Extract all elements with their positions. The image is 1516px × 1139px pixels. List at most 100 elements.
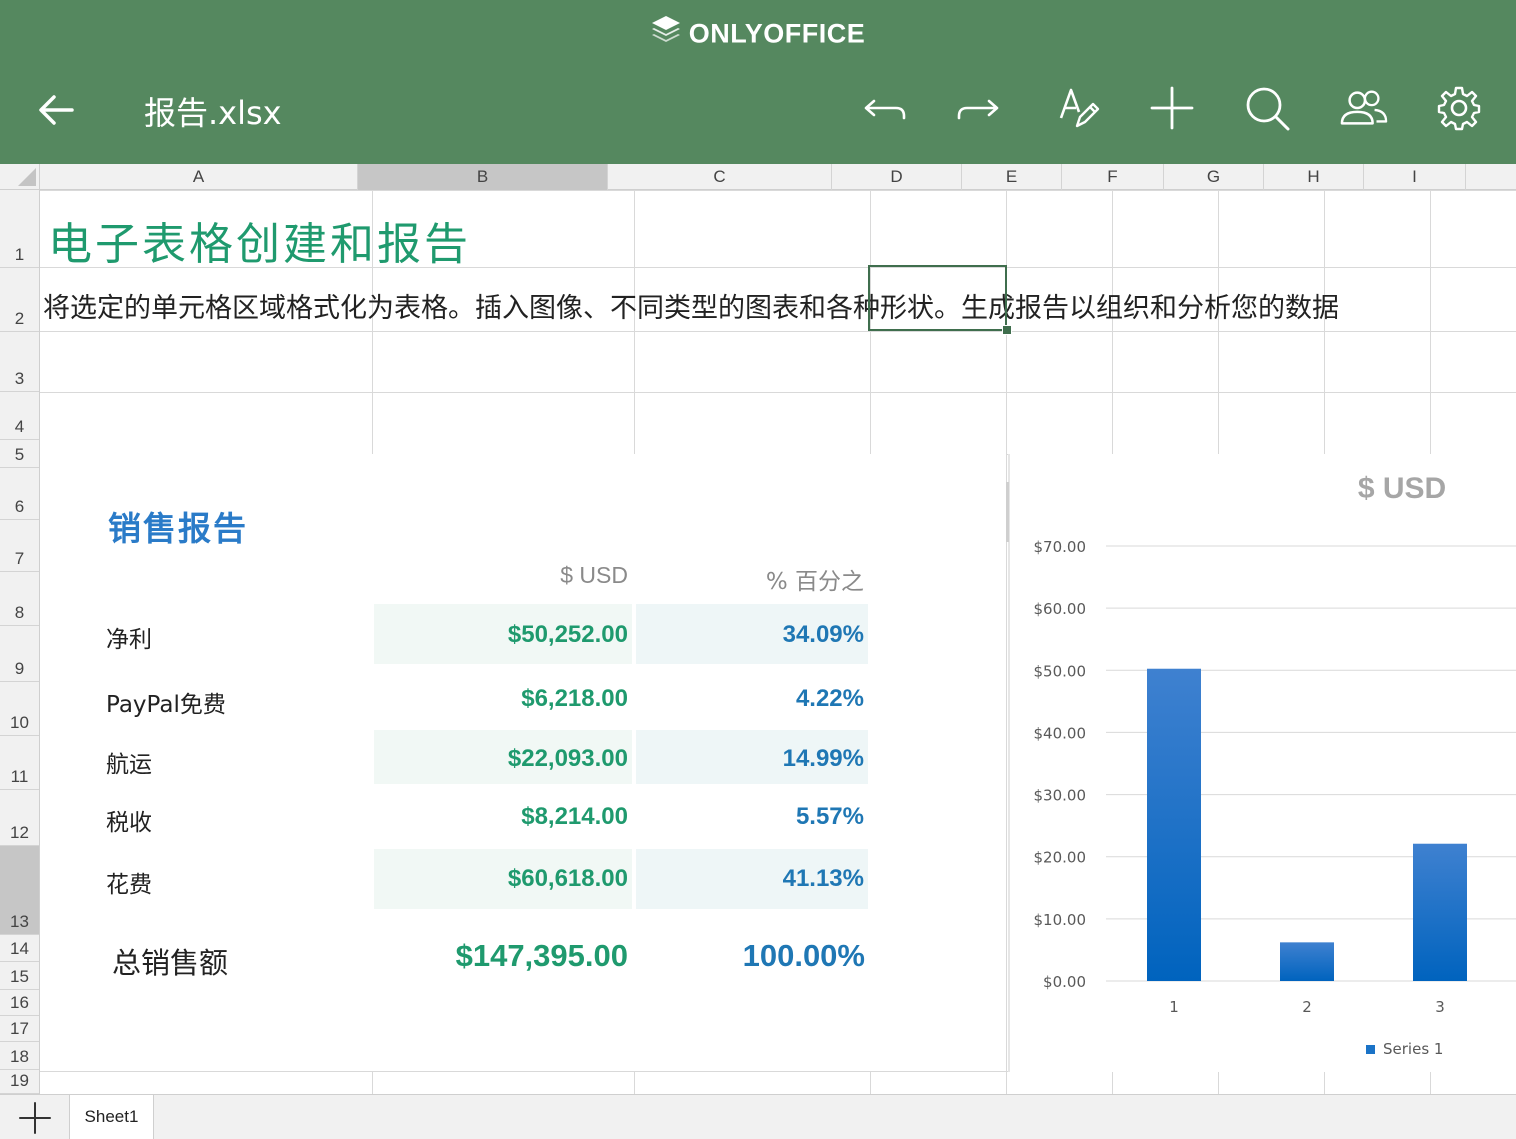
column-header-g[interactable]: G — [1164, 164, 1264, 190]
report-item-usd[interactable]: $22,093.00 — [400, 745, 628, 773]
report-item-label[interactable]: 航运 — [106, 745, 152, 779]
collaborators-icon — [1340, 90, 1388, 125]
back-button[interactable] — [32, 86, 80, 134]
gear-icon — [1437, 86, 1481, 131]
redo-button[interactable] — [955, 84, 1003, 132]
column-header-i[interactable]: I — [1364, 164, 1466, 190]
text-format-icon — [1059, 88, 1100, 128]
redo-icon — [957, 99, 999, 120]
column-header-c[interactable]: C — [608, 164, 832, 190]
report-title[interactable]: 销售报告 — [108, 502, 248, 550]
report-item-label[interactable]: 花费 — [106, 865, 152, 899]
total-usd[interactable]: $147,395.00 — [380, 938, 628, 974]
row-header-3[interactable]: 3 — [0, 332, 39, 392]
chart-bar — [1280, 942, 1334, 981]
legend-label: Series 1 — [1383, 1040, 1443, 1058]
row-header-10[interactable]: 10 — [0, 682, 39, 736]
row-header-18[interactable]: 18 — [0, 1042, 39, 1070]
worksheet-grid[interactable]: 电子表格创建和报告 将选定的单元格区域格式化为表格。插入图像、不同类型的图表和各… — [40, 190, 1516, 1094]
selected-cell[interactable] — [868, 265, 1007, 331]
y-tick-label: $0.00 — [1043, 973, 1086, 991]
report-item-percent[interactable]: 14.99% — [660, 745, 864, 773]
chart-bar — [1413, 843, 1467, 981]
grid-line — [40, 190, 1516, 191]
brand: ONLYOFFICE — [0, 15, 1516, 53]
report-item-usd[interactable]: $50,252.00 — [400, 621, 628, 649]
chart-resize-handle[interactable] — [1006, 482, 1009, 542]
row-header-11[interactable]: 11 — [0, 736, 39, 790]
search-icon — [1246, 87, 1290, 131]
x-tick-label: 3 — [1435, 998, 1445, 1016]
column-header-usd[interactable]: $ USD — [440, 562, 628, 589]
column-headers: ABCDEFGHI — [40, 164, 1516, 190]
collaborators-button[interactable] — [1340, 84, 1388, 132]
report-item-label[interactable]: PayPal免费 — [106, 685, 226, 719]
column-header-d[interactable]: D — [832, 164, 962, 190]
column-header-percent[interactable]: % 百分之 — [680, 562, 864, 596]
row-header-6[interactable]: 6 — [0, 468, 39, 520]
undo-button[interactable] — [860, 84, 908, 132]
row-header-5[interactable]: 5 — [0, 440, 39, 468]
report-item-percent[interactable]: 4.22% — [660, 685, 864, 713]
report-item-percent[interactable]: 5.57% — [660, 803, 864, 831]
row-header-4[interactable]: 4 — [0, 392, 39, 440]
onlyoffice-logo-icon — [651, 15, 681, 50]
sheet-title[interactable]: 电子表格创建和报告 — [48, 208, 471, 272]
app-header: ONLYOFFICE 报告.xlsx — [0, 0, 1516, 164]
y-tick-label: $20.00 — [1034, 849, 1087, 867]
add-icon — [18, 1101, 51, 1134]
column-header-a[interactable]: A — [40, 164, 358, 190]
bar-chart[interactable]: $ USD $0.00 $10.00 $20.00 $30.00 $40.00 $50.00… — [1008, 454, 1516, 1072]
row-header-17[interactable]: 17 — [0, 1016, 39, 1042]
report-item-percent[interactable]: 41.13% — [660, 865, 864, 893]
column-header-b[interactable]: B — [358, 164, 608, 190]
row-header-12[interactable]: 12 — [0, 790, 39, 846]
report-item-label[interactable]: 税收 — [106, 803, 152, 837]
sheet-tab[interactable]: Sheet1 — [70, 1095, 154, 1139]
sheet-tabs-bar: Sheet1 — [0, 1094, 1516, 1139]
add-icon — [1150, 86, 1194, 130]
total-label[interactable]: 总销售额 — [112, 940, 228, 982]
search-button[interactable] — [1243, 84, 1291, 132]
y-tick-label: $50.00 — [1034, 662, 1087, 680]
report-item-usd[interactable]: $60,618.00 — [400, 865, 628, 893]
settings-button[interactable] — [1435, 84, 1483, 132]
row-header-8[interactable]: 8 — [0, 572, 39, 626]
total-percent[interactable]: 100.00% — [660, 938, 865, 974]
y-tick-label: $40.00 — [1034, 724, 1087, 742]
row-header-13[interactable]: 13 — [0, 846, 39, 935]
chart-bar — [1147, 668, 1201, 981]
text-format-button[interactable] — [1053, 84, 1101, 132]
select-all-corner[interactable] — [0, 164, 40, 190]
undo-icon — [864, 99, 906, 120]
column-header-e[interactable]: E — [962, 164, 1062, 190]
y-tick-label: $60.00 — [1034, 600, 1087, 618]
report-item-percent[interactable]: 34.09% — [660, 621, 864, 649]
x-tick-label: 2 — [1302, 998, 1312, 1016]
report-item-usd[interactable]: $6,218.00 — [400, 685, 628, 713]
row-header-2[interactable]: 2 — [0, 268, 39, 332]
brand-name: ONLYOFFICE — [688, 18, 866, 49]
add-button[interactable] — [1148, 84, 1196, 132]
sheet-description[interactable]: 将选定的单元格区域格式化为表格。插入图像、不同类型的图表和各种形状。生成报告以组… — [43, 286, 1339, 325]
row-header-15[interactable]: 15 — [0, 962, 39, 990]
column-header-h[interactable]: H — [1264, 164, 1364, 190]
add-sheet-button[interactable] — [0, 1095, 70, 1139]
row-header-16[interactable]: 16 — [0, 990, 39, 1016]
column-header-f[interactable]: F — [1062, 164, 1164, 190]
document-title: 报告.xlsx — [144, 94, 282, 132]
y-tick-label: $10.00 — [1034, 911, 1087, 929]
chart-title: $ USD — [1358, 472, 1446, 505]
row-header-19[interactable]: 19 — [0, 1070, 39, 1094]
report-item-label[interactable]: 净利 — [106, 620, 152, 654]
row-header-14[interactable]: 14 — [0, 935, 39, 962]
report-item-usd[interactable]: $8,214.00 — [400, 803, 628, 831]
fill-handle[interactable] — [1002, 325, 1012, 335]
legend-swatch — [1366, 1045, 1375, 1054]
row-header-1[interactable]: 1 — [0, 190, 39, 268]
row-header-9[interactable]: 9 — [0, 626, 39, 682]
y-tick-label: $30.00 — [1034, 787, 1087, 805]
row-header-7[interactable]: 7 — [0, 520, 39, 572]
y-tick-label: $70.00 — [1034, 538, 1087, 556]
x-tick-label: 1 — [1169, 998, 1179, 1016]
